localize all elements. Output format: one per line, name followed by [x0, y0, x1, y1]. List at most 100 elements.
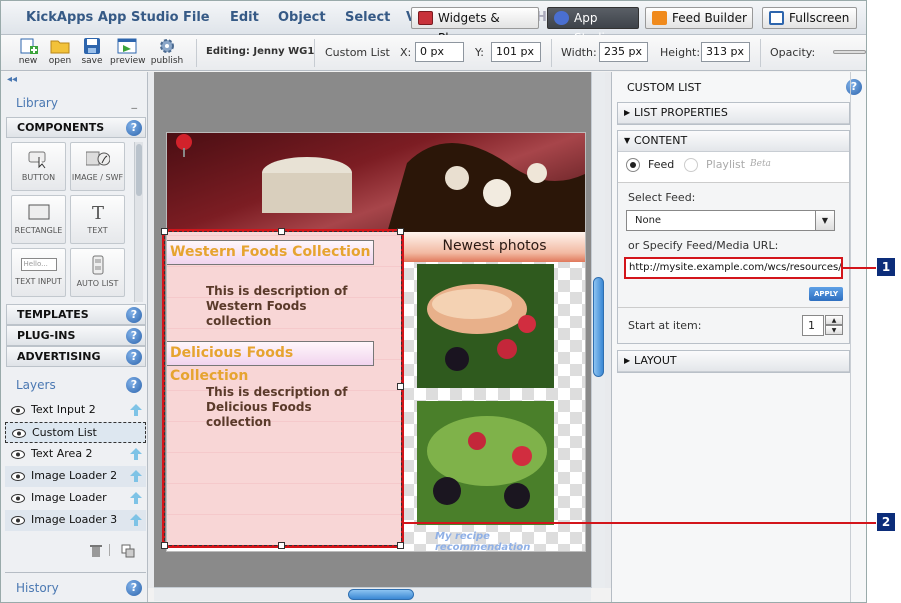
resize-handle[interactable] [161, 542, 168, 549]
visibility-eye-icon[interactable] [11, 450, 25, 459]
tab-app-studio[interactable]: App Studio [547, 7, 639, 45]
collapse-arrow-icon: ▼ [624, 136, 631, 145]
layers-help-icon[interactable]: ? [126, 377, 142, 393]
advertising-help-icon[interactable]: ? [126, 349, 142, 365]
visibility-eye-icon[interactable] [11, 472, 25, 481]
increment-arrow-icon[interactable]: ▲ [825, 315, 843, 325]
component-text[interactable]: T TEXT [70, 195, 125, 244]
save-button[interactable]: save [75, 37, 109, 66]
advertising-header-label: ADVERTISING [17, 350, 101, 363]
menu-object[interactable]: Object [278, 10, 326, 25]
layer-item[interactable]: Image Loader 2 [5, 466, 146, 487]
selection-bounding-box[interactable] [164, 231, 402, 546]
apply-button[interactable]: APPLY [809, 287, 843, 301]
y-field[interactable]: 101 px [491, 42, 541, 62]
callout-marker-1: 1 [877, 258, 895, 276]
editing-label: Editing: Jenny WG1 [206, 46, 315, 57]
tab-feed-builder[interactable]: Feed Builder [645, 7, 753, 29]
content-header[interactable]: ▼ CONTENT [618, 131, 849, 152]
playlist-radio[interactable] [684, 158, 698, 172]
move-up-arrow-icon[interactable] [130, 470, 142, 482]
resize-handle[interactable] [397, 228, 404, 235]
visibility-eye-icon[interactable] [11, 494, 25, 503]
move-up-arrow-icon[interactable] [130, 514, 142, 526]
canvas-horizontal-scrollbar[interactable] [154, 587, 591, 601]
layout-section[interactable]: ▶ LAYOUT [617, 350, 850, 373]
height-field[interactable]: 313 px [701, 42, 750, 62]
toolbar-divider [551, 39, 552, 67]
component-button[interactable]: BUTTON [11, 142, 66, 191]
canvas-v-thumb[interactable] [593, 277, 604, 377]
callout-marker-2: 2 [877, 513, 895, 531]
expand-arrow-icon: ▶ [624, 108, 631, 117]
width-field[interactable]: 235 px [599, 42, 648, 62]
advertising-header[interactable]: ADVERTISING [6, 346, 146, 367]
feed-url-input[interactable]: http://mysite.example.com/wcs/resources/ [624, 257, 843, 279]
open-button[interactable]: open [43, 37, 77, 66]
components-help-icon[interactable]: ? [126, 120, 142, 136]
layer-item[interactable]: Image Loader 3 [5, 510, 146, 531]
start-item-stepper[interactable]: 1 ▲ ▼ [802, 315, 843, 336]
layer-item[interactable]: Text Area 2 [5, 444, 146, 465]
layer-label: Text Input 2 [31, 403, 96, 416]
trash-icon[interactable] [89, 544, 103, 558]
resize-handle[interactable] [397, 383, 404, 390]
menu-select[interactable]: Select [345, 10, 390, 25]
photo-gallery: Newest photos My recipe recommendation [402, 232, 585, 551]
publish-label: publish [150, 56, 184, 66]
components-header[interactable]: COMPONENTS [6, 117, 146, 138]
properties-help-icon[interactable]: ? [846, 79, 862, 95]
resize-handle[interactable] [161, 228, 168, 235]
tab-feed-builder-label: Feed Builder [672, 11, 747, 25]
berry-salad-photo[interactable] [417, 401, 554, 525]
layer-item[interactable]: Custom List [5, 422, 146, 443]
rss-icon [652, 11, 667, 25]
visibility-eye-icon[interactable] [11, 516, 25, 525]
history-help-icon[interactable]: ? [126, 580, 142, 596]
component-auto-list[interactable]: AUTO LIST [70, 248, 125, 297]
menu-edit[interactable]: Edit [230, 10, 259, 25]
library-minimize-button[interactable]: _ [132, 96, 138, 109]
layer-item[interactable]: Text Input 2 [5, 400, 146, 421]
layer-item[interactable]: Image Loader [5, 488, 146, 509]
components-scrollbar[interactable] [134, 142, 143, 302]
menu-file[interactable]: File [183, 10, 210, 25]
select-feed-dropdown[interactable]: None ▼ [626, 210, 835, 231]
canvas-h-thumb[interactable] [348, 589, 414, 600]
x-field[interactable]: 0 px [415, 42, 464, 62]
move-up-arrow-icon[interactable] [130, 448, 142, 460]
tab-fullscreen[interactable]: Fullscreen [762, 7, 857, 29]
history-title[interactable]: History [16, 581, 59, 595]
resize-handle[interactable] [278, 542, 285, 549]
move-up-arrow-icon[interactable] [130, 492, 142, 504]
preview-button[interactable]: preview [110, 37, 145, 66]
salmon-salad-photo[interactable] [417, 264, 554, 388]
feed-radio[interactable] [626, 158, 640, 172]
tab-widgets-players[interactable]: Widgets & Players [411, 7, 539, 45]
rectangle-component-icon [28, 204, 49, 220]
visibility-eye-icon[interactable] [12, 429, 26, 438]
plugins-header[interactable]: PLUG-INS [6, 325, 146, 346]
chevron-down-icon[interactable]: ▼ [815, 211, 834, 230]
opacity-slider[interactable] [833, 50, 866, 54]
collapse-panel-button[interactable]: ◂◂ [7, 74, 17, 85]
duplicate-layer-icon[interactable] [121, 544, 135, 558]
canvas-vertical-scrollbar[interactable] [591, 72, 605, 588]
tab-fullscreen-label: Fullscreen [789, 11, 850, 25]
resize-handle[interactable] [278, 228, 285, 235]
visibility-eye-icon[interactable] [11, 406, 25, 415]
plugins-help-icon[interactable]: ? [126, 328, 142, 344]
move-up-arrow-icon[interactable] [130, 404, 142, 416]
templates-help-icon[interactable]: ? [126, 307, 142, 323]
publish-button[interactable]: publish [150, 37, 184, 66]
templates-header[interactable]: TEMPLATES [6, 304, 146, 325]
component-text-input[interactable]: Hello... TEXT INPUT [11, 248, 66, 297]
component-rectangle[interactable]: RECTANGLE [11, 195, 66, 244]
scroll-thumb[interactable] [136, 144, 142, 196]
resize-handle[interactable] [397, 542, 404, 549]
component-text-label: TEXT [87, 226, 108, 235]
list-properties-section[interactable]: ▶ LIST PROPERTIES [617, 102, 850, 125]
new-button[interactable]: new [11, 37, 45, 66]
decrement-arrow-icon[interactable]: ▼ [825, 325, 843, 335]
component-image-swf[interactable]: IMAGE / SWF [70, 142, 125, 191]
